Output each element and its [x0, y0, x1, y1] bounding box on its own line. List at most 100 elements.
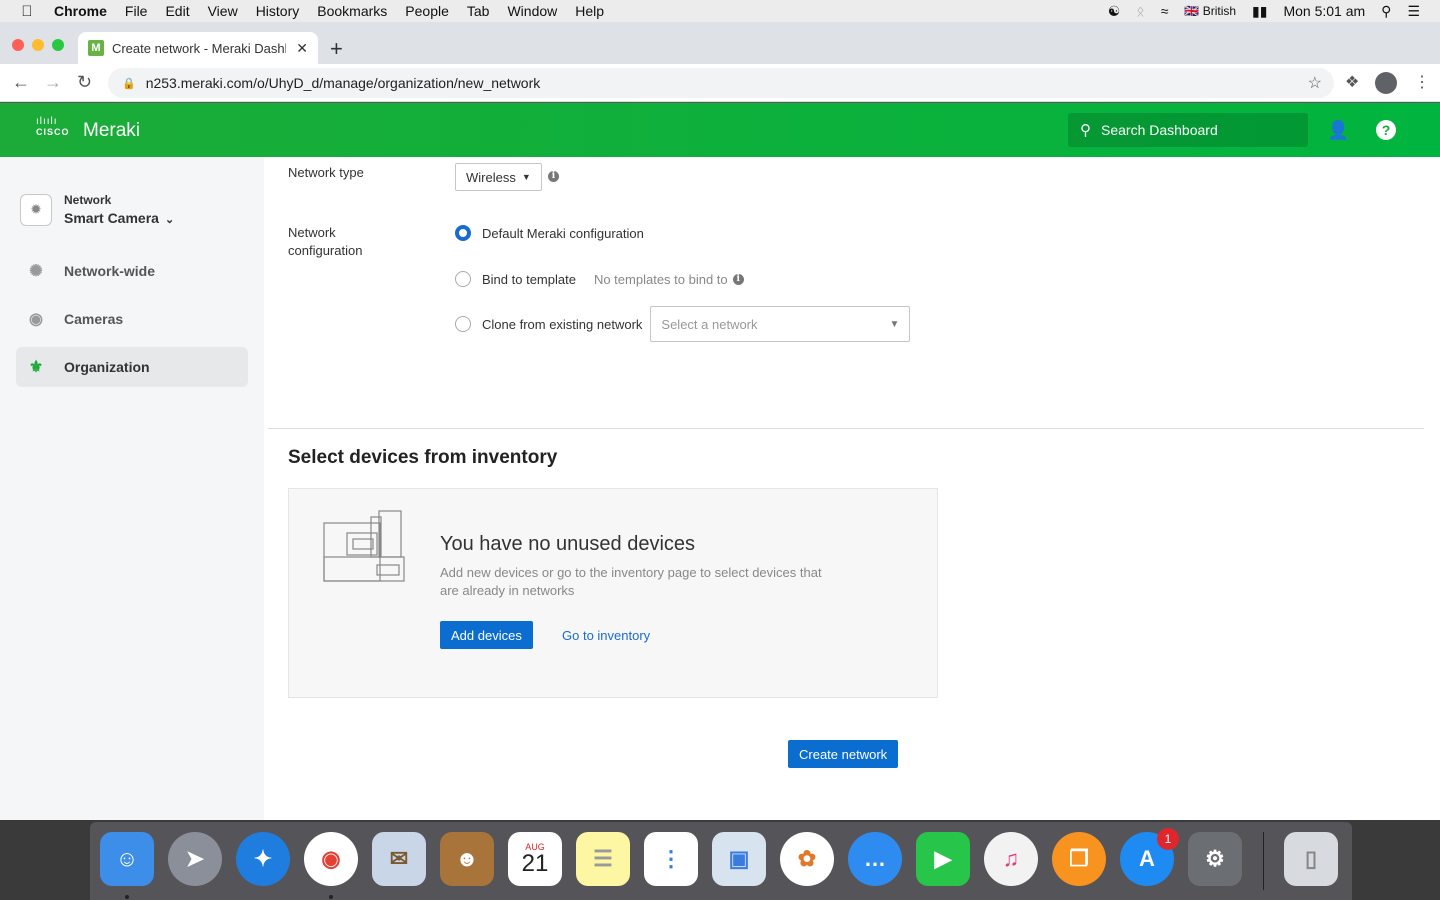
- window-zoom-button[interactable]: [52, 39, 64, 51]
- spotlight-search-icon[interactable]: ⚲: [1381, 3, 1391, 20]
- caret-down-icon: ▼: [521, 172, 531, 182]
- network-type-select[interactable]: Wireless ▼: [455, 163, 542, 191]
- tab-close-icon[interactable]: ✕: [296, 40, 308, 57]
- network-configuration-label: Network configuration: [288, 224, 362, 260]
- radio-default-config[interactable]: [455, 225, 471, 241]
- cisco-wordmark: CISCO: [36, 127, 70, 137]
- photos-icon[interactable]: ✿: [780, 832, 834, 886]
- music-icon[interactable]: ♫: [984, 832, 1038, 886]
- menubar-clock[interactable]: Mon 5:01 am: [1283, 3, 1365, 19]
- menu-edit[interactable]: Edit: [165, 3, 189, 19]
- sidebar-item-organization[interactable]: ⚜ Organization: [16, 347, 248, 387]
- notification-center-icon[interactable]: ☰: [1407, 3, 1420, 20]
- sidebar-item-label: Network-wide: [64, 263, 156, 279]
- network-selector[interactable]: ✹ Network Smart Camera ⌄: [20, 193, 174, 226]
- help-icon[interactable]: ?: [1376, 120, 1396, 140]
- finder-icon[interactable]: ☺: [100, 832, 154, 886]
- launchpad-icon[interactable]: ➤: [168, 832, 222, 886]
- trash-icon[interactable]: ▯: [1284, 832, 1338, 886]
- radio-clone-network[interactable]: [455, 316, 471, 332]
- option-default-config-label: Default Meraki configuration: [482, 225, 644, 241]
- new-tab-button[interactable]: +: [330, 36, 343, 62]
- inventory-boxes-icon: [323, 510, 405, 582]
- menu-window[interactable]: Window: [507, 3, 557, 19]
- sidebar-item-network-wide[interactable]: ✺ Network-wide: [16, 251, 248, 291]
- menu-people[interactable]: People: [405, 3, 449, 19]
- chrome-icon[interactable]: ◉: [304, 832, 358, 886]
- option-bind-template[interactable]: Bind to template No templates to bind to…: [455, 271, 744, 287]
- notes-icon[interactable]: ☰: [576, 832, 630, 886]
- uk-flag-icon: 🇬🇧: [1184, 4, 1200, 18]
- lock-icon: 🔒: [122, 77, 136, 90]
- url-text: n253.meraki.com/o/UhyD_d/manage/organiza…: [145, 75, 541, 91]
- option-clone-network[interactable]: Clone from existing network Select a net…: [455, 306, 911, 342]
- clone-network-select[interactable]: Select a network ▼: [650, 306, 911, 342]
- dock-separator: [1263, 832, 1264, 890]
- calendar-icon[interactable]: AUG 21: [508, 832, 562, 886]
- menu-help[interactable]: Help: [575, 3, 604, 19]
- option-default-config[interactable]: Default Meraki configuration: [455, 225, 644, 241]
- inventory-section-title: Select devices from inventory: [288, 447, 558, 468]
- contacts-icon[interactable]: ☻: [440, 832, 494, 886]
- back-arrow-icon[interactable]: ←: [12, 72, 30, 93]
- running-indicator: [125, 895, 129, 899]
- browser-menu-kebab-icon[interactable]: ⋮: [1414, 72, 1430, 92]
- keyboard-layout[interactable]: 🇬🇧 British: [1184, 4, 1236, 18]
- sidebar-item-cameras[interactable]: ◉ Cameras: [16, 299, 248, 339]
- reminders-icon[interactable]: ⋮: [644, 832, 698, 886]
- window-minimize-button[interactable]: [32, 39, 44, 51]
- books-icon[interactable]: ❐: [1052, 832, 1106, 886]
- safari-icon[interactable]: ✦: [236, 832, 290, 886]
- sidebar: ✹ Network Smart Camera ⌄ ✺ Network-wide ◉…: [0, 157, 264, 820]
- menu-history[interactable]: History: [256, 3, 300, 19]
- search-icon: ⚲: [1080, 122, 1091, 139]
- system-preferences-icon[interactable]: ⚙: [1188, 832, 1242, 886]
- user-account-icon[interactable]: 👤: [1327, 120, 1349, 142]
- cisco-logo[interactable]: ılıılı CISCO: [36, 117, 70, 138]
- window-close-button[interactable]: [12, 39, 24, 51]
- battery-icon[interactable]: ▮▮: [1252, 3, 1267, 20]
- bookmark-star-icon[interactable]: ☆: [1308, 73, 1322, 93]
- radio-bind-template[interactable]: [455, 271, 471, 287]
- add-devices-button[interactable]: Add devices: [440, 621, 533, 649]
- network-name-text: Smart Camera: [64, 210, 159, 226]
- create-network-button[interactable]: Create network: [788, 740, 899, 768]
- facetime-icon[interactable]: ▶: [916, 832, 970, 886]
- network-configuration-label-line1: Network: [288, 225, 336, 240]
- menu-tab[interactable]: Tab: [467, 3, 490, 19]
- sidebar-item-label: Cameras: [64, 311, 124, 327]
- mail-icon[interactable]: ✉: [372, 832, 426, 886]
- wifi-icon[interactable]: ≈: [1161, 3, 1169, 19]
- messages-icon[interactable]: …: [848, 832, 902, 886]
- macos-dock: ☺ ➤ ✦ ◉ ✉ ☻ AUG 21 ☰ ⋮ ▣ ✿ … ▶ ♫ ❐ A 1 ⚙…: [90, 822, 1352, 900]
- reload-icon[interactable]: ↻: [77, 72, 92, 93]
- browser-tab-active[interactable]: M Create network - Meraki Dashboard ✕: [78, 32, 318, 64]
- search-input[interactable]: [1101, 122, 1291, 138]
- meraki-brand[interactable]: Meraki: [83, 120, 140, 142]
- search-dashboard[interactable]: ⚲: [1068, 113, 1308, 147]
- go-to-inventory-link[interactable]: Go to inventory: [562, 628, 650, 643]
- forward-arrow-icon[interactable]: →: [44, 72, 62, 93]
- organization-icon: ⚜: [28, 359, 44, 376]
- menu-view[interactable]: View: [208, 3, 238, 19]
- menu-bookmarks[interactable]: Bookmarks: [317, 3, 387, 19]
- menu-chrome[interactable]: Chrome: [54, 3, 107, 19]
- profile-avatar-icon[interactable]: [1375, 72, 1397, 99]
- network-type-label: Network type: [288, 165, 364, 180]
- extensions-puzzle-icon[interactable]: ❖: [1345, 72, 1359, 92]
- app-store-badge: 1: [1157, 828, 1179, 850]
- info-icon[interactable]: i: [548, 171, 559, 182]
- info-icon[interactable]: i: [732, 273, 744, 285]
- apple-menu-icon[interactable]: : [18, 3, 36, 20]
- bluetooth-icon[interactable]: ᛟ: [1136, 3, 1144, 19]
- running-indicator: [329, 895, 333, 899]
- menu-file[interactable]: File: [125, 3, 148, 19]
- preview-icon[interactable]: ▣: [712, 832, 766, 886]
- macos-menubar:  Chrome File Edit View History Bookmark…: [0, 0, 1440, 22]
- network-configuration-label-line2: configuration: [288, 243, 363, 258]
- no-templates-note: No templates to bind to: [593, 271, 728, 287]
- meraki-header: ılıılı CISCO Meraki ⚲ 👤 ?: [0, 103, 1440, 157]
- app-status-icon[interactable]: ☯: [1108, 3, 1121, 20]
- address-bar[interactable]: 🔒 n253.meraki.com/o/UhyD_d/manage/organi…: [108, 68, 1334, 98]
- desktop-background: ☺ ➤ ✦ ◉ ✉ ☻ AUG 21 ☰ ⋮ ▣ ✿ … ▶ ♫ ❐ A 1 ⚙…: [0, 820, 1440, 900]
